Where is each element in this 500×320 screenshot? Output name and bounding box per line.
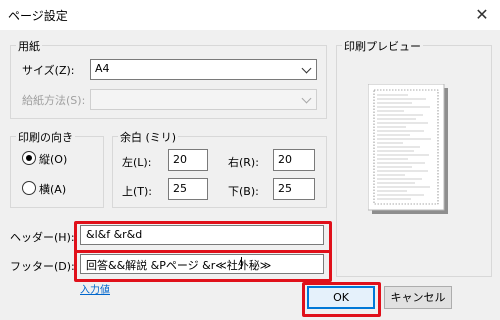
orientation-group-title: 印刷の向き: [16, 129, 75, 145]
paper-source-label: 給紙方法(S):: [22, 94, 86, 107]
input-values-link[interactable]: 入力値: [80, 281, 110, 296]
margin-right-value: 20: [278, 153, 292, 166]
paper-size-select[interactable]: A4: [90, 59, 317, 80]
margin-right-input[interactable]: 20: [273, 149, 315, 171]
window-title: ページ設定: [8, 9, 68, 23]
landscape-label: 横(A): [39, 183, 67, 196]
margin-left-input[interactable]: 20: [168, 149, 208, 171]
header-value: &l&f &r&d: [86, 228, 143, 241]
margin-bottom-value: 25: [278, 182, 292, 195]
title-bar: ページ設定 ✕: [0, 0, 500, 31]
margin-top-value: 25: [173, 182, 187, 195]
page-preview-image: [368, 84, 448, 214]
radio-selected-dot: [26, 155, 32, 161]
orientation-group: [10, 136, 104, 208]
portrait-radio[interactable]: [22, 151, 36, 165]
margin-top-input[interactable]: 25: [168, 178, 208, 200]
margin-left-label: 左(L):: [122, 156, 152, 169]
chevron-down-icon: [301, 93, 312, 104]
paper-size-label: サイズ(Z):: [22, 64, 75, 77]
header-input[interactable]: &l&f &r&d: [80, 225, 324, 245]
margins-group-title: 余白 (ミリ): [118, 129, 179, 145]
footer-label: フッター(D):: [10, 260, 75, 273]
margin-bottom-label: 下(B):: [228, 185, 259, 198]
margin-top-label: 上(T):: [122, 185, 153, 198]
ok-button[interactable]: OK: [307, 286, 375, 309]
paper-size-value: A4: [95, 62, 110, 75]
close-icon[interactable]: ✕: [470, 4, 494, 26]
paper-source-select[interactable]: [90, 89, 317, 110]
margin-left-value: 20: [173, 153, 187, 166]
paper-group-title: 用紙: [16, 38, 42, 54]
footer-value: 回答&&解説 &Pページ &r≪社外秘≫: [86, 259, 272, 272]
landscape-radio[interactable]: [22, 181, 36, 195]
header-label: ヘッダー(H):: [10, 231, 75, 244]
margin-bottom-input[interactable]: 25: [273, 178, 315, 200]
chevron-down-icon: [301, 63, 312, 74]
cancel-button[interactable]: キャンセル: [384, 286, 452, 309]
preview-group-title: 印刷プレビュー: [342, 38, 423, 54]
footer-input[interactable]: 回答&&解説 &Pページ &r≪社外秘≫: [80, 254, 324, 274]
margin-right-label: 右(R):: [228, 156, 259, 169]
portrait-label: 縦(O): [39, 153, 68, 166]
text-cursor: [241, 257, 242, 269]
